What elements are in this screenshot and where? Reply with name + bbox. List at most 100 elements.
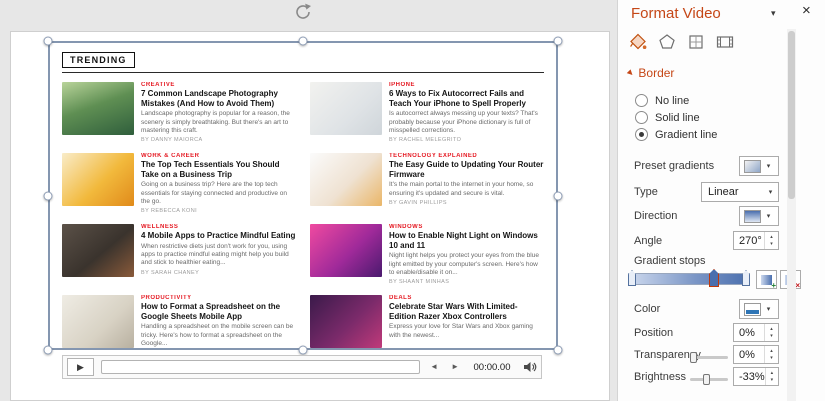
article-category: CREATIVE	[141, 82, 175, 88]
tab-effects[interactable]	[656, 31, 678, 53]
play-button[interactable]: ▶	[67, 358, 94, 376]
angle-value: 270°	[739, 234, 762, 247]
direction-label: Direction	[634, 210, 678, 222]
resize-handle-top-right[interactable]	[553, 36, 563, 46]
pane-scrollbar[interactable]	[787, 29, 796, 401]
border-section-label: Border	[638, 66, 675, 80]
resize-handle-top-center[interactable]	[298, 36, 308, 46]
article-desc: Is autocorrect always messing up your te…	[389, 110, 538, 134]
gradient-stops-label: Gradient stops	[634, 255, 706, 267]
gradient-stop-selected[interactable]	[709, 269, 719, 287]
radio-circle	[635, 94, 648, 107]
article-category: WORK & CAREER	[141, 153, 200, 159]
close-icon[interactable]: ×	[802, 2, 811, 19]
gradient-swatch-icon	[744, 159, 761, 173]
spinner-arrows[interactable]: ▴ ▾	[764, 368, 778, 385]
gradient-stop[interactable]	[742, 270, 750, 286]
article-category: IPHONE	[389, 82, 416, 88]
article-thumbnail	[62, 295, 134, 348]
radio-label: Gradient line	[655, 128, 718, 141]
radio-gradient-line[interactable]: Gradient line	[635, 128, 717, 141]
article-byline: BY SARAH CHANEY	[141, 269, 200, 276]
resize-handle-top-left[interactable]	[43, 36, 53, 46]
brightness-slider-thumb[interactable]	[703, 374, 710, 385]
video-object[interactable]: TRENDING CREATIVE 7 Common Landscape Pho…	[48, 41, 558, 350]
article-card: WELLNESS 4 Mobile Apps to Practice Mindf…	[62, 224, 296, 286]
article-thumbnail	[62, 153, 134, 206]
gradient-stop[interactable]	[628, 270, 636, 286]
chevron-down-icon: ▾	[766, 163, 771, 170]
resize-handle-middle-right[interactable]	[553, 191, 563, 201]
article-title: The Easy Guide to Updating Your Router F…	[389, 160, 544, 179]
brightness-slider[interactable]	[690, 374, 728, 385]
article-thumbnail	[310, 82, 382, 135]
pane-tab-strip	[627, 31, 736, 53]
article-desc: It's the main portal to the internet in …	[389, 181, 534, 197]
resize-handle-bottom-right[interactable]	[553, 345, 563, 355]
resize-handle-bottom-center[interactable]	[298, 345, 308, 355]
rotate-handle-icon[interactable]	[292, 1, 314, 23]
position-label: Position	[634, 327, 674, 339]
add-gradient-stop-button[interactable]: +	[756, 270, 777, 290]
article-card: WINDOWS How to Enable Night Light on Win…	[310, 224, 544, 286]
video-icon	[716, 36, 734, 48]
article-thumbnail	[62, 82, 134, 135]
chevron-down-icon: ▾	[766, 306, 771, 313]
article-desc: Going on a business trip? Here are the t…	[141, 181, 287, 205]
spinner-arrows[interactable]: ▴ ▾	[764, 346, 778, 363]
video-trending-header: TRENDING	[62, 50, 544, 73]
play-icon: ▶	[77, 361, 84, 372]
article-byline: BY RACHEL MELEGRITO	[389, 137, 462, 144]
tab-video[interactable]	[714, 31, 736, 53]
brightness-spinner[interactable]: -33% ▴ ▾	[733, 367, 779, 386]
transparency-spinner[interactable]: 0% ▴ ▾	[733, 345, 779, 364]
spinner-arrows[interactable]: ▴ ▾	[764, 324, 778, 341]
article-desc: When restrictive diets just don't work f…	[141, 242, 289, 267]
position-spinner[interactable]: 0% ▴ ▾	[733, 323, 779, 342]
tab-fill-line[interactable]	[627, 31, 649, 53]
article-thumbnail	[310, 153, 382, 206]
transparency-slider-thumb[interactable]	[690, 352, 697, 363]
direction-swatch-icon	[744, 209, 761, 223]
article-category: WINDOWS	[389, 224, 423, 230]
article-category: DEALS	[389, 295, 412, 301]
seek-bar[interactable]	[101, 360, 421, 374]
radio-circle	[635, 111, 648, 124]
color-dropdown[interactable]: ▾	[739, 299, 779, 319]
format-video-pane: Format Video ▾ × ▶ Border No line Solid …	[617, 0, 825, 401]
chevron-down-icon[interactable]: ▾	[771, 8, 776, 19]
preset-gradients-label: Preset gradients	[634, 160, 715, 172]
radio-label: Solid line	[655, 111, 700, 124]
spin-down-icon: ▾	[770, 332, 773, 339]
tab-size-properties[interactable]	[685, 31, 707, 53]
angle-spinner[interactable]: 270° ▴ ▾	[733, 231, 779, 250]
gradient-stops-slider[interactable]	[628, 269, 750, 287]
type-value: Linear	[708, 186, 739, 198]
article-byline: BY SHAANT MINHAS	[389, 279, 450, 286]
type-dropdown[interactable]: Linear ▾	[701, 182, 779, 202]
move-back-button[interactable]: ◄	[427, 361, 441, 373]
scrollbar-thumb[interactable]	[788, 31, 795, 199]
spinner-arrows[interactable]: ▴ ▾	[764, 232, 778, 249]
transparency-value: 0%	[739, 348, 755, 361]
article-card: PRODUCTIVITY How to Format a Spreadsheet…	[62, 295, 296, 348]
move-forward-button[interactable]: ►	[448, 361, 462, 373]
resize-handle-middle-left[interactable]	[43, 191, 53, 201]
spin-down-icon: ▾	[770, 240, 773, 247]
move-back-icon: ◄	[430, 362, 439, 371]
radio-no-line[interactable]: No line	[635, 94, 689, 107]
transparency-slider[interactable]	[690, 352, 728, 363]
article-desc: Handling a spreadsheet on the mobile scr…	[141, 323, 294, 347]
radio-circle-selected	[635, 128, 648, 141]
direction-dropdown[interactable]: ▾	[739, 206, 779, 226]
article-card: DEALS Celebrate Star Wars With Limited-E…	[310, 295, 544, 348]
article-byline: BY DANNY MAIORCA	[141, 137, 203, 144]
preset-gradients-dropdown[interactable]: ▾	[739, 156, 779, 176]
article-card: CREATIVE 7 Common Landscape Photography …	[62, 82, 296, 144]
resize-handle-bottom-left[interactable]	[43, 345, 53, 355]
radio-solid-line[interactable]: Solid line	[635, 111, 700, 124]
border-section-header[interactable]: ▶ Border	[626, 66, 675, 80]
article-title: 7 Common Landscape Photography Mistakes …	[141, 89, 278, 108]
article-category: TECHNOLOGY EXPLAINED	[389, 153, 478, 159]
mute-button[interactable]	[522, 360, 537, 374]
